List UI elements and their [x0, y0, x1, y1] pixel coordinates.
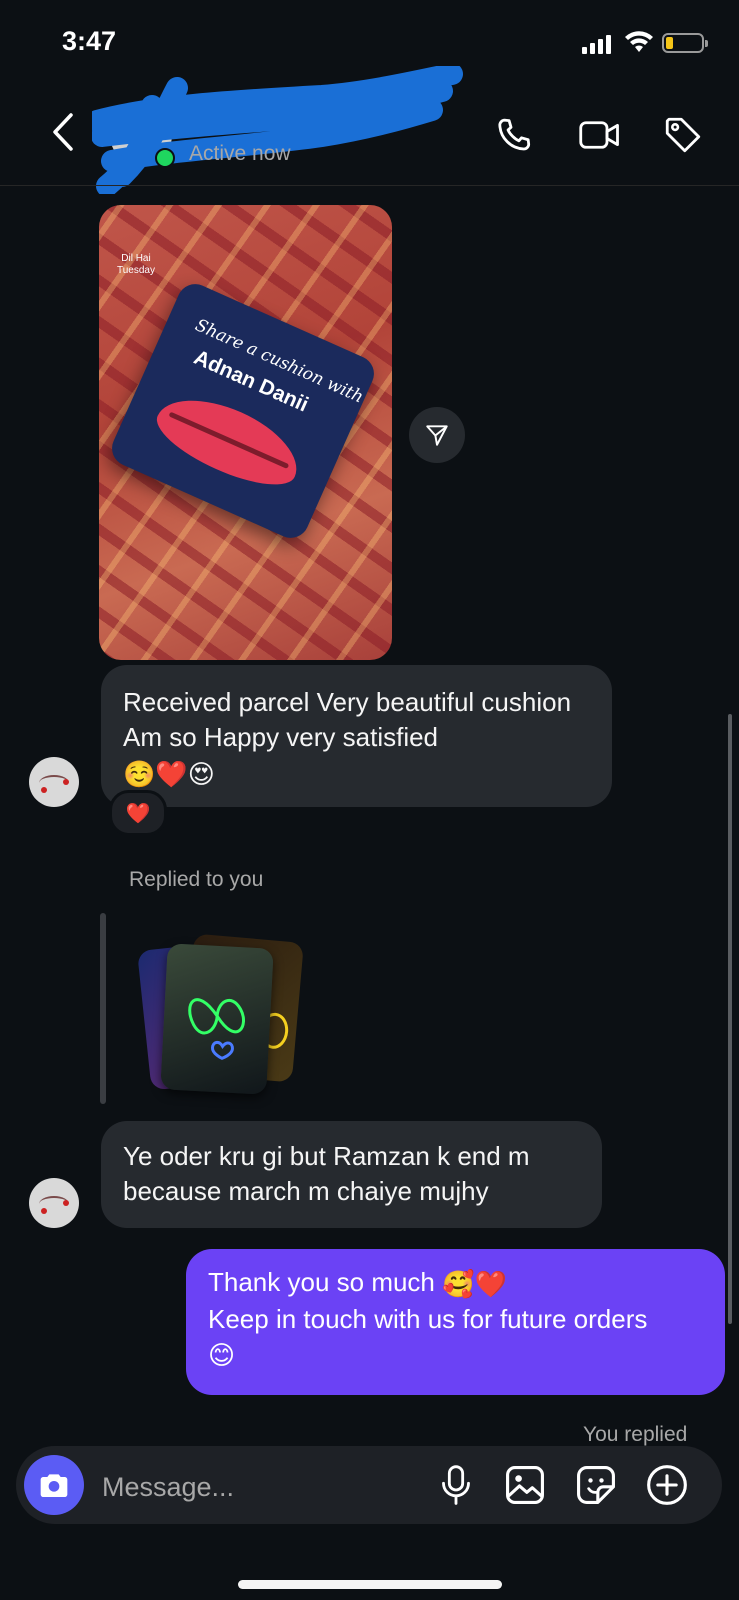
sender-avatar[interactable] [29, 1178, 79, 1228]
microphone-icon[interactable] [436, 1463, 476, 1507]
message-emojis: ☺️❤️😍 [123, 758, 215, 789]
message-text: Received parcel Very beautiful cushion A… [123, 687, 572, 752]
camera-icon [40, 1474, 68, 1497]
back-chevron-icon[interactable] [50, 112, 76, 152]
message-emojis: 🥰❤️ [442, 1268, 507, 1299]
redaction-scribble [92, 66, 463, 194]
camera-button[interactable] [24, 1455, 84, 1515]
send-icon [426, 425, 448, 446]
header-divider [0, 185, 739, 186]
share-button[interactable] [409, 407, 465, 463]
home-indicator[interactable] [238, 1580, 502, 1589]
heart-reaction[interactable]: ❤️ [109, 790, 167, 836]
cellular-signal-icon [582, 34, 614, 54]
battery-icon [662, 33, 708, 53]
message-text: Ye oder kru gi but Ramzan k end m becaus… [123, 1141, 530, 1206]
story-card-front [160, 943, 274, 1095]
tag-icon[interactable] [662, 114, 704, 156]
you-replied-label: You replied [583, 1423, 688, 1446]
active-status-text: Active now [189, 142, 291, 165]
video-camera-icon[interactable] [577, 114, 623, 156]
heart-icon: ❤️ [125, 802, 151, 825]
message-text-line1: Thank you so much [208, 1267, 435, 1297]
status-time: 3:47 [62, 26, 117, 56]
smile-emoji: 😊 [208, 1340, 236, 1371]
sender-avatar[interactable] [29, 757, 79, 807]
message-text-line2: Keep in touch with us for future orders [208, 1303, 648, 1334]
received-message-bubble[interactable]: Ye oder kru gi but Ramzan k end m becaus… [101, 1121, 602, 1228]
replied-to-you-label: Replied to you [129, 868, 264, 891]
shared-photo-message[interactable]: Dil Hai Tuesday Share a cushion with Adn… [99, 205, 392, 660]
wifi-icon [625, 31, 653, 52]
add-circle-icon[interactable] [645, 1463, 689, 1507]
cushion-image: Share a cushion with Adnan Danii [106, 278, 380, 544]
active-status-dot [155, 148, 175, 168]
scrollbar-thumb[interactable] [728, 714, 732, 1324]
message-input[interactable] [100, 1466, 404, 1508]
sent-message-bubble[interactable]: Thank you so much 🥰❤️ Keep in touch with… [186, 1249, 725, 1395]
received-message-bubble[interactable]: Received parcel Very beautiful cushion A… [101, 665, 612, 807]
phone-icon[interactable] [493, 114, 535, 156]
photo-watermark: Dil Hai Tuesday [117, 253, 155, 276]
story-reply-preview[interactable] [137, 930, 304, 1095]
gallery-icon[interactable] [503, 1463, 547, 1507]
sticker-icon[interactable] [574, 1463, 618, 1507]
reply-quote-bar [100, 913, 106, 1104]
